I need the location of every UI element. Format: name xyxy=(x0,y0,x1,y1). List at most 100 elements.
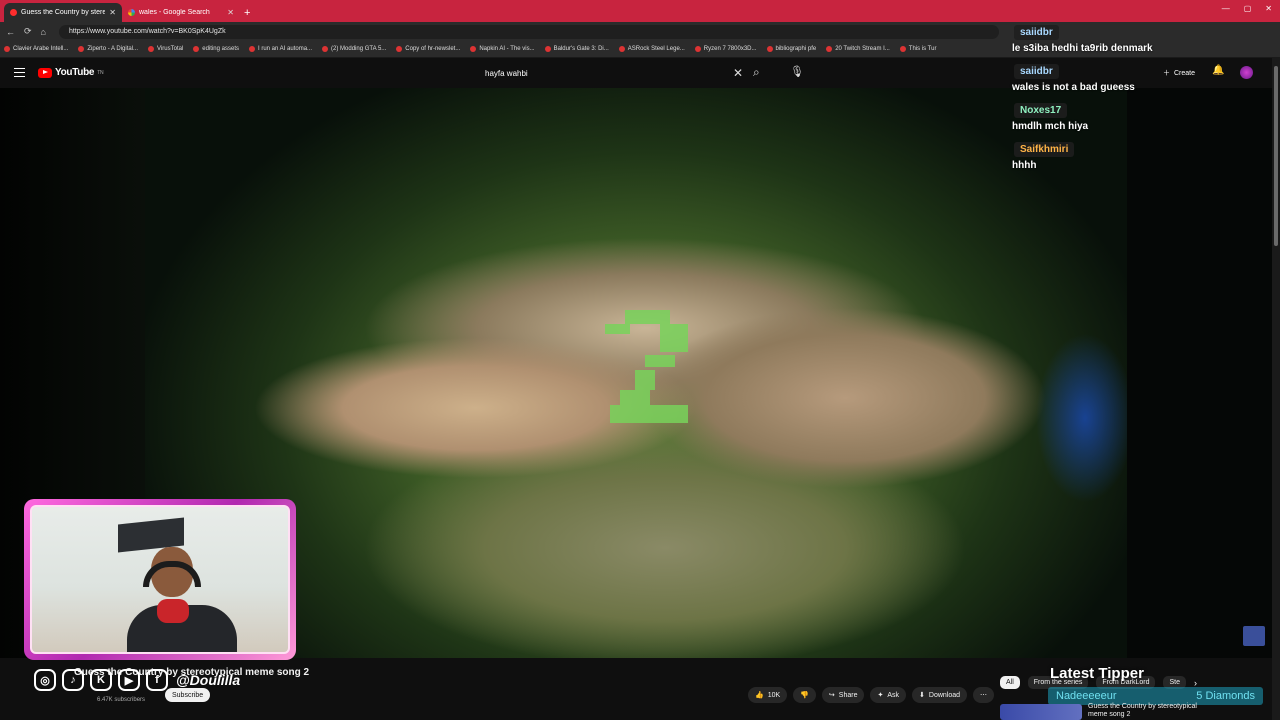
bookmark-item[interactable]: This is Tur xyxy=(899,46,936,52)
recommendation-title[interactable]: Guess the Country by stereotypical meme … xyxy=(1088,703,1198,719)
chat-text: hhhh xyxy=(1012,160,1037,171)
bookmark-item[interactable]: 20 Twitch Stream I... xyxy=(826,46,890,52)
download-icon: ⬇ xyxy=(919,692,925,699)
search-input[interactable]: hayfa wahbi xyxy=(477,63,747,84)
chat-username: Saifkhmiri xyxy=(1014,142,1075,157)
bookmark-favicon-icon xyxy=(826,46,833,52)
tab-title: Guess the Country by stereotypica xyxy=(21,9,106,16)
bookmark-item[interactable]: editing assets xyxy=(193,46,239,52)
bookmark-item[interactable]: Napkin AI - The vis... xyxy=(470,46,535,52)
folder-icon xyxy=(193,46,200,52)
bookmark-item[interactable]: Copy of hr-newslet... xyxy=(396,46,460,52)
maximize-icon[interactable]: ▢ xyxy=(1244,4,1252,13)
bookmark-item[interactable]: Ziperto - A Digital... xyxy=(78,46,138,52)
channel-subscribers: 6.47K subscribers xyxy=(97,697,146,703)
thumbs-up-icon: 👍 xyxy=(755,692,764,699)
folder-icon xyxy=(766,46,773,52)
home-icon[interactable]: ⌂ xyxy=(41,27,46,37)
download-label: Download xyxy=(928,691,961,699)
facebook-icon: f xyxy=(146,669,168,691)
window-controls: — ▢ ✕ xyxy=(1222,4,1272,13)
region-code: TN xyxy=(97,69,104,76)
bookmark-item[interactable]: (2) Modding GTA 5... xyxy=(322,46,386,52)
kick-icon: K xyxy=(90,669,112,691)
social-links-overlay: ◎ ♪ K ▶ f @Doulilla xyxy=(34,669,240,691)
chat-message: Saifkhmiri hhhh xyxy=(1008,139,1264,171)
back-icon[interactable]: ← xyxy=(6,27,15,37)
reload-icon[interactable]: ⟳ xyxy=(24,26,32,37)
more-icon: ⋯ xyxy=(980,692,988,699)
bookmark-favicon-icon xyxy=(4,46,10,52)
chat-text: hmdlh mch hiya xyxy=(1012,121,1089,132)
recommendation-thumbnail[interactable] xyxy=(1000,704,1082,720)
channel-watermark-icon[interactable] xyxy=(1243,626,1265,646)
like-count: 10K xyxy=(767,691,781,699)
bookmark-favicon-icon xyxy=(544,46,551,52)
google-favicon-icon xyxy=(128,9,135,16)
bookmark-favicon-icon xyxy=(694,46,701,52)
youtube-icon: ▶ xyxy=(118,669,140,691)
bookmark-item[interactable]: Clavier Arabe Intell... xyxy=(4,46,68,52)
more-actions-button[interactable]: ⋯ xyxy=(973,687,995,703)
latest-tipper-title: Latest Tipper xyxy=(1050,665,1144,682)
country-highlight-marker xyxy=(605,310,690,430)
dislike-button[interactable]: 👎 xyxy=(793,687,816,703)
chat-message: saiidbr le s3iba hedhi ta9rib denmark xyxy=(1008,22,1264,54)
tab-google-search[interactable]: wales - Google Search ✕ xyxy=(122,3,240,22)
chat-username: saiidbr xyxy=(1014,64,1059,79)
bookmark-item[interactable]: Baldur's Gate 3: Di... xyxy=(544,46,609,52)
minimize-icon[interactable]: — xyxy=(1222,4,1230,13)
menu-icon[interactable] xyxy=(14,68,25,77)
tipper-amount: 5 Diamonds xyxy=(1196,690,1255,702)
youtube-play-icon xyxy=(38,67,52,78)
download-button[interactable]: ⬇ Download xyxy=(912,687,968,703)
search-icon[interactable]: ⌕ xyxy=(753,65,760,80)
new-tab-button[interactable]: + xyxy=(244,7,250,19)
bookmark-favicon-icon xyxy=(249,46,255,52)
chat-text: wales is not a bad gueess xyxy=(1012,82,1135,93)
thumbs-down-icon: 👎 xyxy=(800,692,809,699)
close-tab-icon[interactable]: ✕ xyxy=(227,8,234,17)
youtube-logo-text: YouTube xyxy=(55,67,95,78)
close-tab-icon[interactable]: ✕ xyxy=(109,8,116,17)
bookmark-favicon-icon xyxy=(470,46,477,52)
chip-all[interactable]: All xyxy=(1000,676,1020,689)
like-button[interactable]: 👍 10K xyxy=(748,687,788,703)
bookmark-favicon-icon xyxy=(899,46,906,52)
clear-search-icon[interactable]: ✕ xyxy=(733,66,743,80)
bookmark-item[interactable]: Ryzen 7 7800x3D... xyxy=(694,46,757,52)
scrollbar-thumb[interactable] xyxy=(1274,66,1278,246)
share-button[interactable]: ↪ Share xyxy=(821,687,865,703)
page-scrollbar[interactable] xyxy=(1272,58,1280,720)
bookmark-item[interactable]: bibliographi pfe xyxy=(766,46,816,52)
video-actions: 👍 10K 👎 ↪ Share ✦ Ask ⬇ Download ⋯ xyxy=(748,687,995,703)
microphone-icon[interactable]: 🎙 xyxy=(790,65,804,78)
tab-youtube[interactable]: Guess the Country by stereotypica ✕ xyxy=(4,3,122,22)
chat-username: saiidbr xyxy=(1014,25,1059,40)
tiktok-icon: ♪ xyxy=(62,669,84,691)
sparkle-icon: ✦ xyxy=(877,692,884,699)
instagram-icon: ◎ xyxy=(34,669,56,691)
bookmark-item[interactable]: VirusTotal xyxy=(148,46,183,52)
subscribe-button[interactable]: Subscribe xyxy=(165,688,211,702)
bookmark-favicon-icon xyxy=(78,46,85,52)
ask-button[interactable]: ✦ Ask xyxy=(870,687,907,703)
bookmark-favicon-icon xyxy=(148,46,155,52)
stream-chat-overlay: saiidbr le s3iba hedhi ta9rib denmark sa… xyxy=(1008,22,1264,178)
bookmark-favicon-icon xyxy=(322,46,329,52)
browser-tab-bar: Guess the Country by stereotypica ✕ wale… xyxy=(0,0,1280,22)
social-handle: @Doulilla xyxy=(176,672,241,688)
tab-title: wales - Google Search xyxy=(139,9,210,16)
close-window-icon[interactable]: ✕ xyxy=(1265,4,1272,13)
youtube-favicon-icon xyxy=(10,9,17,16)
url-field[interactable]: https://www.youtube.com/watch?v=BK0SpK4U… xyxy=(58,24,999,39)
share-label: Share xyxy=(838,691,858,699)
youtube-logo[interactable]: YouTube TN xyxy=(38,67,104,78)
bookmark-item[interactable]: ASRock Steel Lege... xyxy=(618,46,685,52)
chat-message: Noxes17 hmdlh mch hiya xyxy=(1008,100,1264,132)
chevron-right-icon[interactable]: › xyxy=(1194,678,1197,688)
streamer-figure xyxy=(127,547,237,652)
bookmark-favicon-icon xyxy=(396,46,403,52)
chat-message: saiidbr wales is not a bad gueess xyxy=(1008,61,1264,93)
bookmark-item[interactable]: I run an AI automa... xyxy=(249,46,312,52)
